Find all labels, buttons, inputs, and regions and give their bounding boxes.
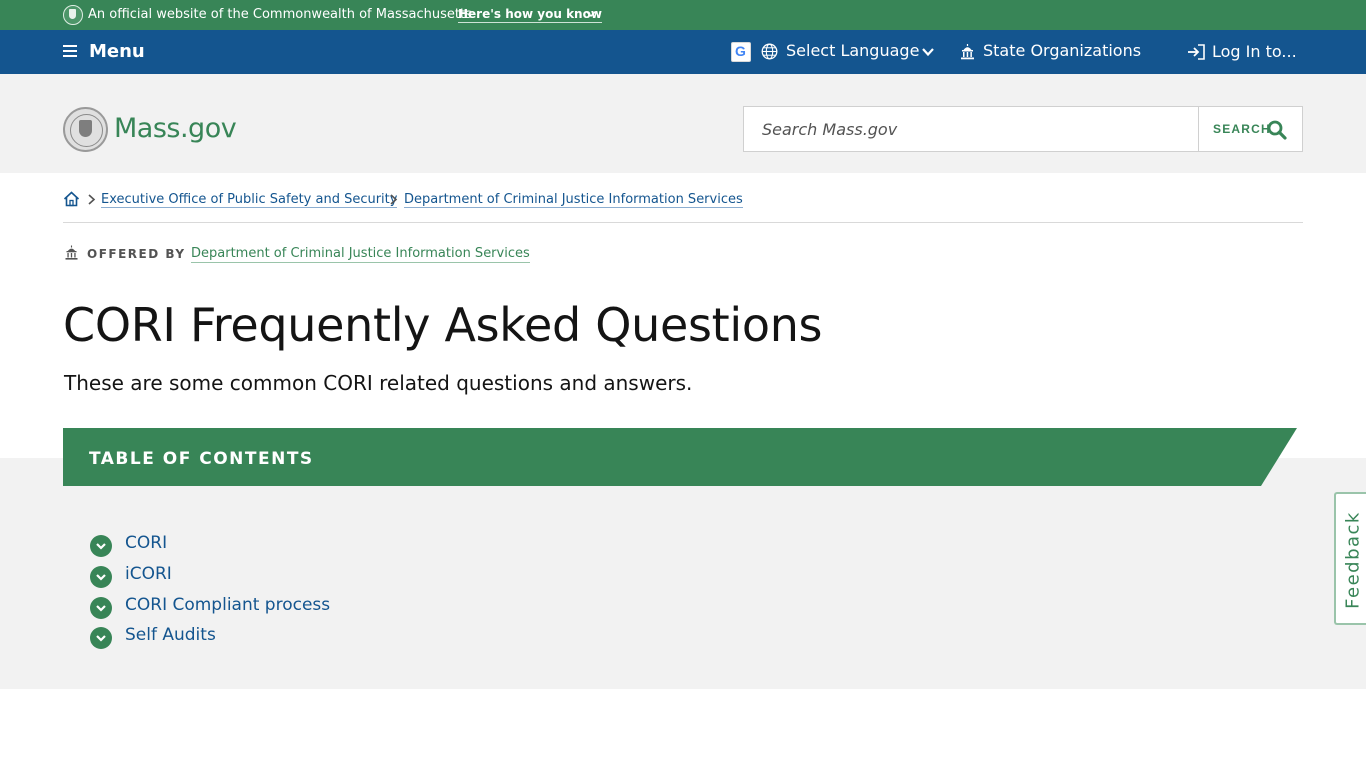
hamburger-icon[interactable] [63, 44, 77, 58]
capitol-building-icon [961, 44, 974, 60]
toc-item-label: CORI [125, 533, 168, 553]
capitol-building-icon [65, 245, 78, 260]
site-header: Mass.gov SEARCH [0, 74, 1366, 173]
google-translate-icon [731, 42, 751, 62]
toc-title: TABLE OF CONTENTS [89, 449, 314, 469]
search-input[interactable] [744, 107, 1198, 151]
menu-button[interactable]: Menu [89, 41, 145, 62]
log-in-button[interactable]: Log In to... [1212, 42, 1297, 61]
chevron-down-icon[interactable] [585, 8, 597, 20]
feedback-tab[interactable]: Feedback [1334, 492, 1366, 625]
breadcrumb-link-eopss[interactable]: Executive Office of Public Safety and Se… [101, 192, 398, 208]
toc-item-cori-compliant-process[interactable]: CORI Compliant process [90, 595, 490, 619]
home-icon[interactable] [63, 191, 80, 207]
toc-chevron-icon [90, 597, 112, 619]
toc-item-cori[interactable]: CORI [90, 533, 490, 557]
toc-item-icori[interactable]: iCORI [90, 564, 490, 588]
offered-by-org-link[interactable]: Department of Criminal Justice Informati… [191, 246, 530, 263]
site-logo: Mass.gov [114, 113, 237, 144]
official-banner: An official website of the Commonwealth … [0, 0, 1366, 30]
chevron-right-icon [390, 194, 398, 205]
feedback-label: Feedback [1342, 511, 1364, 609]
breadcrumb: Executive Office of Public Safety and Se… [63, 190, 1303, 223]
toc-chevron-icon [90, 566, 112, 588]
toc-item-self-audits[interactable]: Self Audits [90, 625, 490, 649]
shield-seal-icon [63, 5, 83, 25]
state-organizations-button[interactable]: State Organizations [983, 41, 1141, 60]
select-language-button[interactable]: Select Language [786, 41, 919, 60]
chevron-right-icon [88, 194, 96, 205]
chevron-down-icon[interactable] [921, 45, 935, 59]
search-button[interactable]: SEARCH [1198, 106, 1303, 152]
offered-by-label: OFFERED BY [87, 247, 186, 261]
breadcrumb-link-dcjis[interactable]: Department of Criminal Justice Informati… [404, 192, 743, 208]
search-button-label: SEARCH [1213, 122, 1271, 136]
toc-chevron-icon [90, 535, 112, 557]
login-icon [1188, 44, 1205, 60]
toc-item-label: CORI Compliant process [125, 595, 331, 615]
utility-nav: Menu Select Language State Organizations… [0, 30, 1366, 74]
search-box [743, 106, 1199, 152]
search-icon [1267, 120, 1287, 140]
page-lede: These are some common CORI related quest… [64, 371, 693, 395]
official-banner-text: An official website of the Commonwealth … [88, 7, 472, 22]
massachusetts-seal-icon [63, 107, 108, 152]
toc-item-label: Self Audits [125, 625, 216, 645]
globe-icon [761, 43, 778, 60]
toc-item-label: iCORI [125, 564, 172, 584]
heres-how-you-know-link[interactable]: Here's how you know [458, 7, 602, 23]
page-title: CORI Frequently Asked Questions [63, 298, 823, 352]
toc-chevron-icon [90, 627, 112, 649]
